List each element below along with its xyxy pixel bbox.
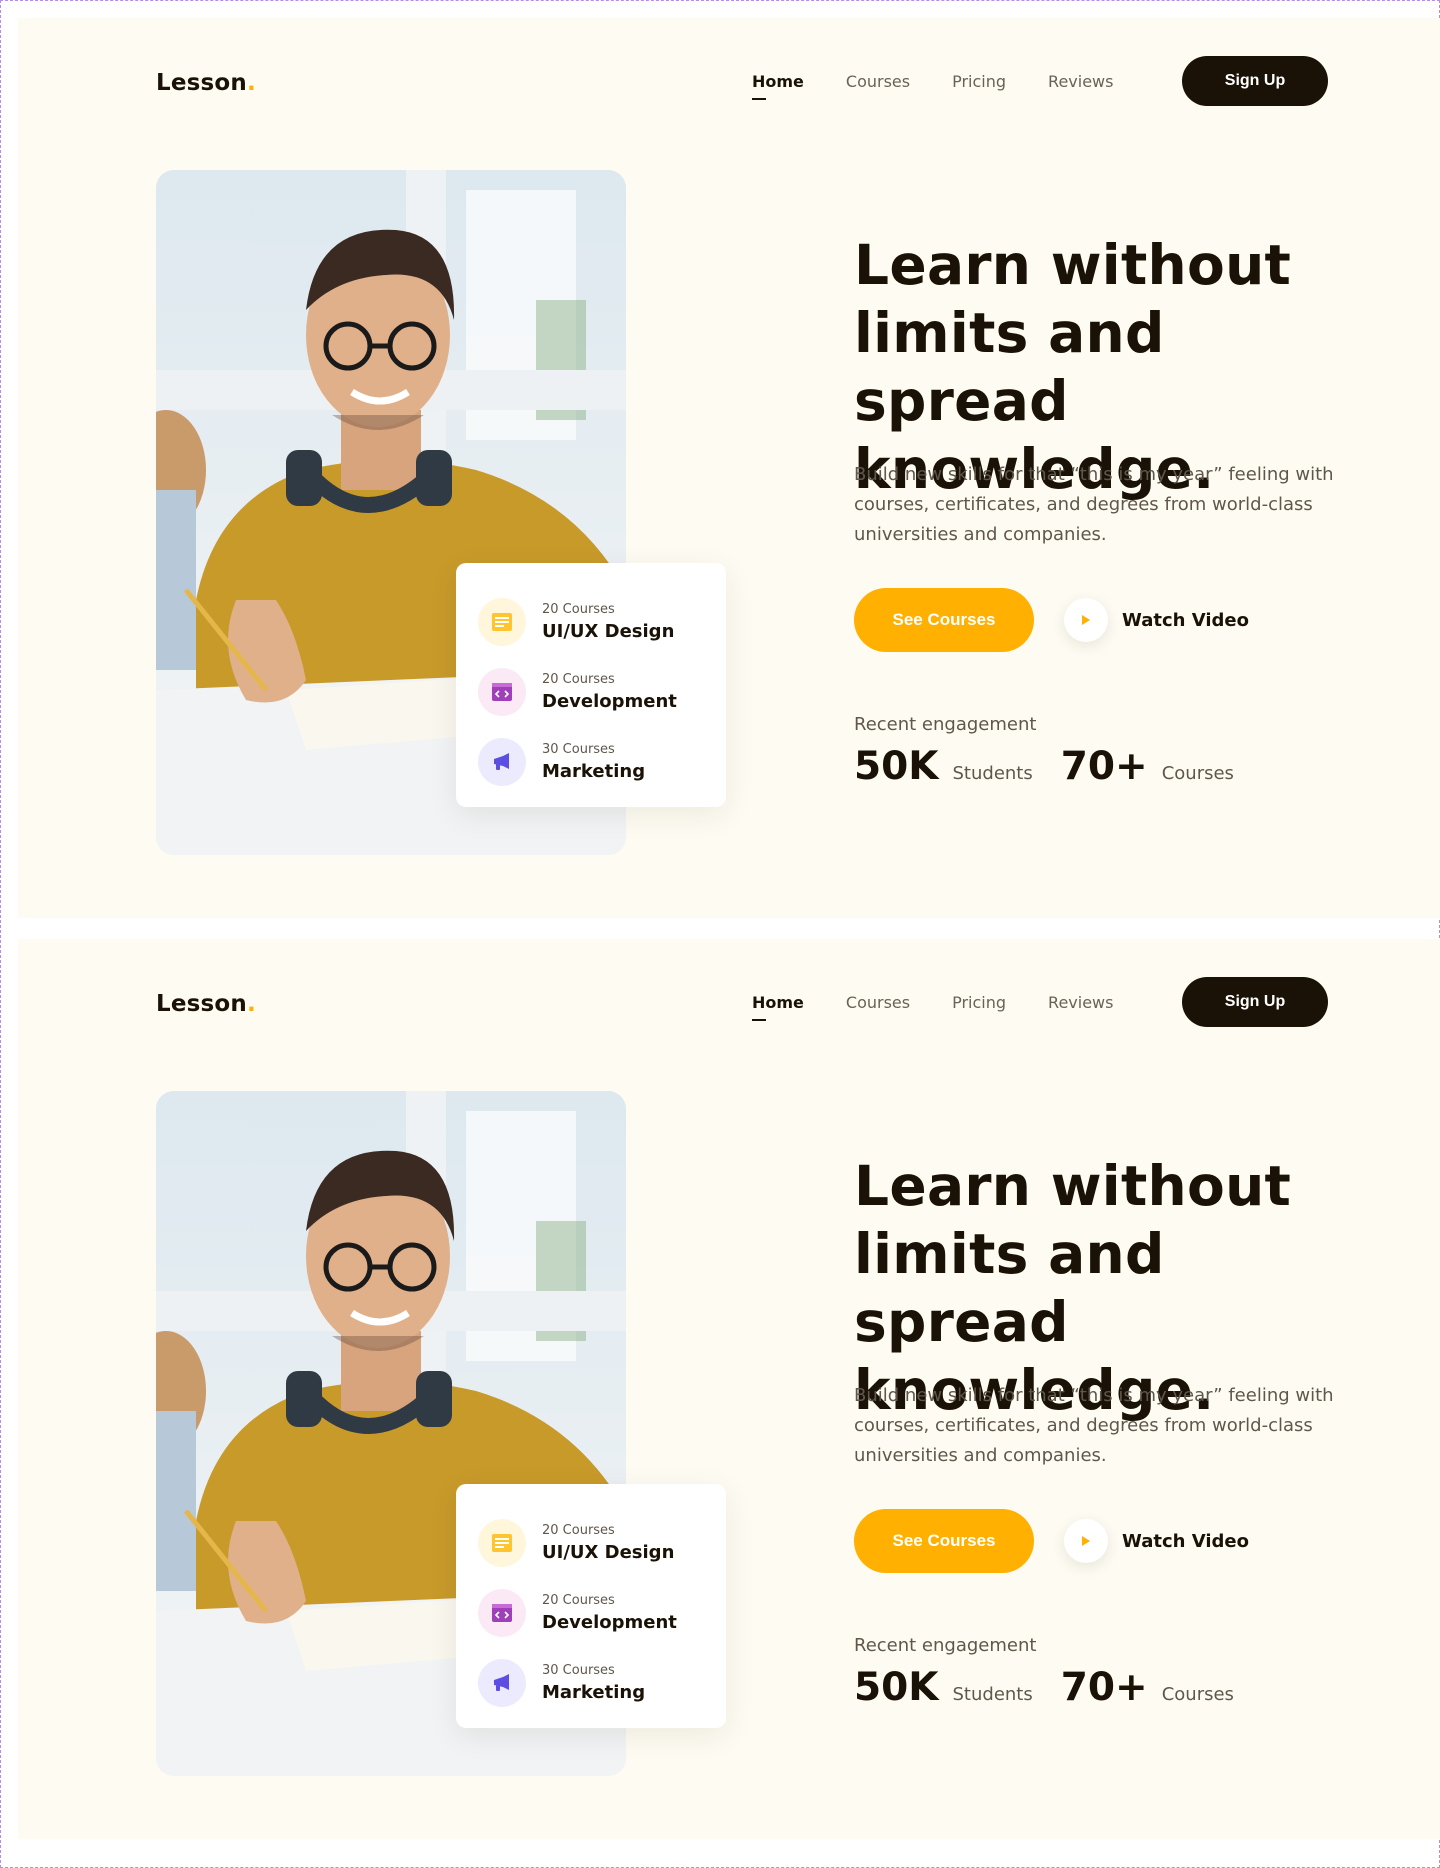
course-count: 20 Courses [542, 1523, 615, 1538]
course-name: Marketing [542, 1682, 646, 1703]
navbar: Lesson. Home Courses Pricing Reviews Sig… [18, 18, 1440, 138]
nav-link-home[interactable]: Home [752, 991, 804, 1021]
megaphone-icon [478, 738, 526, 786]
stat-students-unit: Students [952, 763, 1033, 784]
course-item-uiux[interactable]: 20 Courses UI/UX Design [478, 587, 726, 657]
document-icon [478, 1519, 526, 1567]
nav-link-pricing[interactable]: Pricing [952, 991, 1006, 1021]
stat-students-unit: Students [952, 1684, 1033, 1705]
course-name: UI/UX Design [542, 1542, 675, 1563]
course-categories-card: 20 Courses UI/UX Design 20 Courses Devel… [456, 563, 726, 807]
hero-description: Build new skills for that “this is my ye… [854, 1385, 1334, 1466]
course-item-marketing[interactable]: 30 Courses Marketing [478, 1648, 726, 1718]
engagement-label: Recent engagement [854, 1635, 1037, 1656]
stat-courses-value: 70+ [1060, 744, 1148, 789]
nav-link-home[interactable]: Home [752, 70, 804, 100]
watch-video-button[interactable]: Watch Video [1064, 598, 1249, 642]
play-icon[interactable] [1064, 1519, 1108, 1563]
nav-link-courses[interactable]: Courses [846, 991, 910, 1021]
course-name: UI/UX Design [542, 621, 675, 642]
logo[interactable]: Lesson. [156, 991, 256, 1017]
engagement-stats: 50K Students 70+ Courses [854, 1665, 1262, 1710]
course-item-development[interactable]: 20 Courses Development [478, 657, 726, 727]
engagement-label: Recent engagement [854, 714, 1037, 735]
sign-up-button[interactable]: Sign Up [1182, 56, 1328, 106]
stat-courses-value: 70+ [1060, 1665, 1148, 1710]
watch-video-button[interactable]: Watch Video [1064, 1519, 1249, 1563]
engagement-stats: 50K Students 70+ Courses [854, 744, 1262, 789]
nav-link-reviews[interactable]: Reviews [1048, 70, 1113, 100]
play-icon[interactable] [1064, 598, 1108, 642]
code-window-icon [478, 668, 526, 716]
navbar: Lesson. Home Courses Pricing Reviews Sig… [18, 939, 1440, 1059]
document-icon [478, 598, 526, 646]
watch-video-label: Watch Video [1122, 609, 1249, 631]
stat-students-value: 50K [854, 744, 939, 789]
course-name: Marketing [542, 761, 646, 782]
see-courses-button[interactable]: See Courses [854, 588, 1034, 652]
megaphone-icon [478, 1659, 526, 1707]
hero-section: Lesson. Home Courses Pricing Reviews Sig… [18, 18, 1440, 918]
course-count: 20 Courses [542, 672, 615, 687]
sign-up-button[interactable]: Sign Up [1182, 977, 1328, 1027]
course-count: 30 Courses [542, 742, 615, 757]
nav-link-courses[interactable]: Courses [846, 70, 910, 100]
watch-video-label: Watch Video [1122, 1530, 1249, 1552]
course-item-uiux[interactable]: 20 Courses UI/UX Design [478, 1508, 726, 1578]
stat-students-value: 50K [854, 1665, 939, 1710]
code-window-icon [478, 1589, 526, 1637]
logo[interactable]: Lesson. [156, 70, 256, 96]
course-item-development[interactable]: 20 Courses Development [478, 1578, 726, 1648]
course-name: Development [542, 691, 677, 712]
hero-description: Build new skills for that “this is my ye… [854, 464, 1334, 545]
nav-links: Home Courses Pricing Reviews [752, 70, 1155, 100]
course-item-marketing[interactable]: 30 Courses Marketing [478, 727, 726, 797]
course-name: Development [542, 1612, 677, 1633]
course-categories-card: 20 Courses UI/UX Design 20 Courses Devel… [456, 1484, 726, 1728]
hero-section-copy: Lesson. Home Courses Pricing Reviews Sig… [18, 939, 1440, 1839]
stat-courses-unit: Courses [1161, 763, 1234, 784]
nav-links: Home Courses Pricing Reviews [752, 991, 1155, 1021]
stat-courses-unit: Courses [1161, 1684, 1234, 1705]
nav-link-pricing[interactable]: Pricing [952, 70, 1006, 100]
see-courses-button[interactable]: See Courses [854, 1509, 1034, 1573]
course-count: 20 Courses [542, 602, 615, 617]
nav-link-reviews[interactable]: Reviews [1048, 991, 1113, 1021]
course-count: 20 Courses [542, 1593, 615, 1608]
course-count: 30 Courses [542, 1663, 615, 1678]
